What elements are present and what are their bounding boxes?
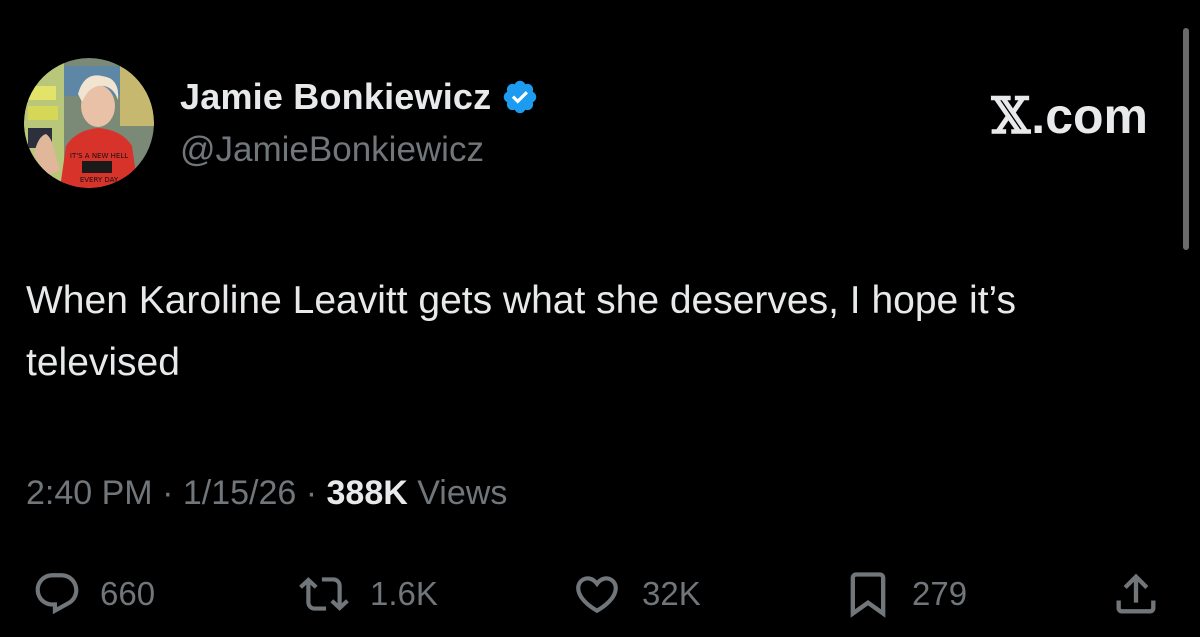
x-logo-icon: 𝕏: [991, 86, 1031, 145]
views-label: Views: [407, 474, 508, 512]
scrollbar[interactable]: [1183, 28, 1189, 250]
x-brand-logo: 𝕏 .com: [992, 86, 1149, 145]
avatar[interactable]: IT'S A NEW HELL EVERY DAY: [24, 58, 154, 188]
like-count: 32K: [642, 575, 701, 612]
tweet-time[interactable]: 2:40 PM: [26, 474, 153, 512]
reply-count: 660: [100, 575, 156, 612]
tweet-text: When Karoline Leavitt gets what she dese…: [26, 279, 1017, 384]
heart-icon: [576, 576, 618, 614]
brand-suffix: .com: [1031, 88, 1148, 144]
tweet-date[interactable]: 1/15/26: [183, 474, 296, 512]
tweet-card: IT'S A NEW HELL EVERY DAY Jamie Bonkiewi…: [0, 0, 1200, 637]
avatar-shirt-text-top: IT'S A NEW HELL: [70, 152, 128, 160]
avatar-image: IT'S A NEW HELL EVERY DAY: [24, 58, 154, 188]
bookmark-count: 279: [912, 575, 968, 612]
like-button[interactable]: 32K: [570, 562, 701, 626]
repost-count: 1.6K: [370, 575, 438, 612]
share-button[interactable]: [1110, 562, 1162, 626]
author-handle[interactable]: @JamieBonkiewicz: [180, 130, 484, 170]
author-name-row[interactable]: Jamie Bonkiewicz: [180, 74, 539, 120]
verified-badge-icon: [504, 80, 537, 114]
bookmark-icon: [850, 572, 886, 618]
repost-button[interactable]: 1.6K: [296, 562, 438, 626]
repost-icon: [299, 577, 349, 611]
reply-button[interactable]: 660: [32, 562, 155, 626]
author-display-name[interactable]: Jamie Bonkiewicz: [180, 76, 491, 118]
views-count[interactable]: 388K: [327, 474, 408, 512]
bookmark-button[interactable]: 279: [842, 562, 967, 626]
action-bar: 660 1.6K 32K 279: [0, 562, 1200, 626]
tweet-meta: 2:40 PM · 1/15/26 · 388K Views: [26, 474, 507, 513]
share-icon: [1116, 573, 1156, 614]
meta-separator: ·: [152, 474, 183, 512]
reply-icon: [35, 573, 79, 615]
meta-separator: ·: [296, 474, 327, 512]
avatar-shirt-text-bottom: EVERY DAY: [80, 176, 119, 184]
